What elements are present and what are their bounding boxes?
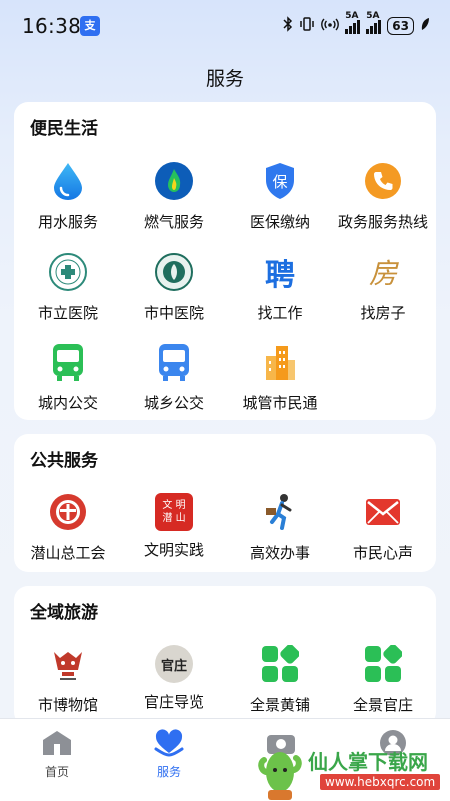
service-item-hotline[interactable]: 政务服务热线 [330, 159, 436, 232]
bluetooth-icon [283, 16, 293, 36]
seal-glyph: 文 明 潜 山 [162, 500, 186, 524]
hospital-logo-icon [152, 250, 196, 294]
service-item-label: 城内公交 [37, 394, 98, 412]
signal-label: 5A [345, 11, 359, 21]
service-item-trade-union[interactable]: 潜山总工会 [15, 490, 121, 563]
civilization-seal-icon: 文 明 潜 山 [155, 493, 193, 531]
service-item-water[interactable]: 用水服务 [15, 159, 121, 232]
section-title: 全域旅游 [30, 603, 98, 623]
service-item-panorama-huangpu[interactable]: 全景黄铺 [227, 642, 333, 715]
service-item-city-hospital[interactable]: 市立医院 [15, 250, 121, 323]
home-icon [22, 729, 92, 757]
watermark-url: www.hebxqrc.com [320, 774, 441, 790]
service-item-city-bus[interactable]: 城内公交 [15, 340, 121, 413]
hotspot-icon [321, 16, 340, 36]
water-drop-icon [46, 159, 90, 203]
hospital-logo-icon [46, 250, 90, 294]
svg-text:保: 保 [272, 173, 287, 191]
service-item-efficient-affairs[interactable]: 高效办事 [227, 490, 333, 563]
service-item-label: 市民心声 [352, 544, 413, 562]
service-item-label: 医保缴纳 [249, 213, 310, 231]
nav-service[interactable]: 服务 [134, 729, 204, 780]
cactus-logo-icon [258, 752, 302, 800]
section-title: 公共服务 [30, 451, 98, 471]
museum-logo-icon [46, 642, 90, 686]
service-item-tcm-hospital[interactable]: 市中医院 [121, 250, 227, 323]
service-item-label: 找房子 [360, 304, 406, 322]
section-card-public-service: 公共服务 潜山总工会 文 明 潜 山 文明实践 高效办事 市民心声 [14, 434, 436, 572]
status-icons: 5A 5A 63 [283, 11, 430, 37]
watermark-text: 仙人掌下载网 [308, 750, 428, 774]
battery-icon: 63 [387, 17, 414, 35]
union-logo-icon [46, 490, 90, 534]
signal-icon: 5A [366, 11, 382, 34]
service-heart-icon [134, 729, 204, 757]
service-item-label: 找工作 [257, 304, 303, 322]
service-item-label: 全景官庄 [352, 696, 413, 714]
service-item-find-job[interactable]: 聘 找工作 [227, 250, 333, 323]
signal-label: 5A [366, 11, 380, 21]
signal-icon: 5A [345, 11, 361, 34]
service-item-label: 燃气服务 [143, 213, 204, 231]
service-item-museum[interactable]: 市博物馆 [15, 642, 121, 715]
phone-icon [361, 159, 405, 203]
house-icon: 房 [361, 250, 405, 294]
mail-icon [361, 490, 405, 534]
grid-apps-icon [258, 642, 302, 686]
service-item-label: 高效办事 [249, 544, 310, 562]
app-badge-icon: 支 [80, 16, 100, 36]
service-item-find-house[interactable]: 房 找房子 [330, 250, 436, 323]
building-icon [258, 340, 302, 384]
service-item-civilization[interactable]: 文 明 潜 山 文明实践 [121, 490, 227, 560]
job-icon: 聘 [258, 250, 302, 294]
service-item-label: 城乡公交 [143, 394, 204, 412]
service-item-label: 城管市民通 [242, 394, 318, 412]
leaf-icon [420, 16, 430, 36]
service-item-label: 市中医院 [143, 304, 204, 322]
service-item-label: 市立医院 [37, 304, 98, 322]
vibrate-icon [299, 16, 315, 36]
status-bar: 16:38 支 5A 5A 63 [0, 0, 450, 52]
service-item-rural-bus[interactable]: 城乡公交 [121, 340, 227, 413]
service-item-label: 市博物馆 [37, 696, 98, 714]
shield-icon: 保 [258, 159, 302, 203]
page-title: 服务 [205, 68, 244, 90]
service-item-panorama-guanzhuang[interactable]: 全景官庄 [330, 642, 436, 715]
nav-home[interactable]: 首页 [22, 729, 92, 780]
service-item-medical-insurance[interactable]: 保 医保缴纳 [227, 159, 333, 232]
service-item-gas[interactable]: 燃气服务 [121, 159, 227, 232]
service-item-label: 官庄导览 [143, 693, 204, 711]
service-item-label: 用水服务 [37, 213, 98, 231]
service-item-label: 政务服务热线 [337, 213, 428, 231]
service-item-guanzhuang-guide[interactable]: 官庄 官庄导览 [121, 642, 227, 712]
job-glyph: 聘 [265, 258, 295, 293]
section-card-tourism: 全域旅游 市博物馆 官庄 官庄导览 全景黄铺 全景官庄 [14, 586, 436, 726]
service-item-label: 潜山总工会 [30, 544, 106, 562]
nav-label: 首页 [44, 765, 69, 779]
bus-icon [152, 340, 196, 384]
watermark: 仙人掌下载网 www.hebxqrc.com [258, 742, 450, 800]
section-title: 便民生活 [30, 119, 98, 139]
guanzhuang-logo-icon: 官庄 [155, 645, 193, 683]
service-item-citizen-voice[interactable]: 市民心声 [330, 490, 436, 563]
grid-apps-icon [361, 642, 405, 686]
house-glyph: 房 [368, 257, 397, 290]
guanzhuang-glyph: 官庄 [160, 658, 187, 674]
gas-flame-icon [152, 159, 196, 203]
section-card-convenience: 便民生活 用水服务 燃气服务 保 医保缴纳 政务服务热线 市立医院 市中医院 聘… [14, 102, 436, 420]
service-item-urban-management[interactable]: 城管市民通 [227, 340, 333, 413]
running-man-icon [258, 490, 302, 534]
service-item-label: 全景黄铺 [249, 696, 310, 714]
service-item-label: 文明实践 [143, 541, 204, 559]
status-time: 16:38 [22, 14, 82, 38]
bus-icon [46, 340, 90, 384]
nav-label: 服务 [156, 765, 181, 779]
